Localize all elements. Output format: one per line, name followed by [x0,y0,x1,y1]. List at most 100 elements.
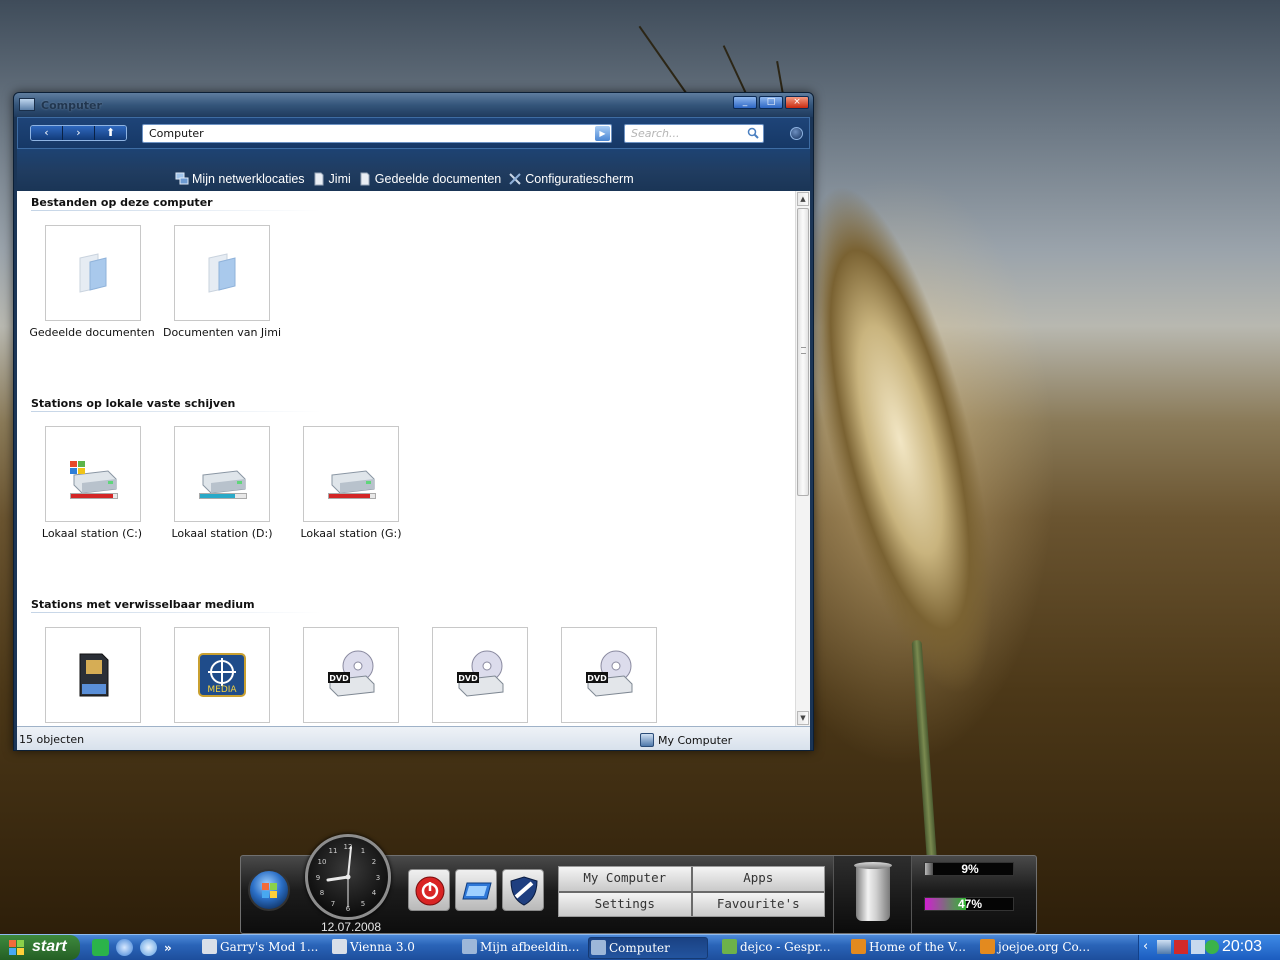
recycle-bin[interactable] [833,856,912,933]
clock-face-icon: 12 12 345 678 91011 [316,843,380,913]
svg-text:7: 7 [331,900,335,908]
tile-label[interactable]: Lokaal station (D:) [157,527,287,540]
analog-clock: 12 1 2 345 678 9 10 11 [305,834,391,920]
group-header: Stations op lokale vaste schijven [31,397,236,410]
windows-orb-button[interactable] [248,869,290,911]
removable-drive-tile[interactable]: DVD [303,627,399,723]
task-label: dejco - Gespr... [740,940,831,954]
antivirus-icon[interactable] [1174,940,1188,954]
taskbar-button[interactable]: Mijn afbeeldin... [460,937,584,959]
svg-text:10: 10 [318,858,327,866]
dvd-drive-icon: DVD [328,650,375,697]
title-bar[interactable]: Computer _ □ × [14,93,813,117]
vertical-scrollbar[interactable]: ▲ ▼ [795,191,810,726]
windows-flag-icon [262,883,277,898]
group-divider [31,411,321,412]
explorer-window: Computer _ □ × ‹ › ⬆ Computer ▶ Search..… [13,92,814,751]
window-title: Computer [41,99,102,112]
tile-label[interactable]: Gedeelde documenten [27,326,157,339]
close-button[interactable]: × [785,96,809,109]
computer-icon [19,98,35,111]
scroll-thumb[interactable] [797,208,809,496]
tray-clock: 20:03 [1222,938,1263,955]
help-icon[interactable] [790,127,803,140]
drive-tile[interactable] [303,426,399,522]
drive-usage-fill [71,494,114,498]
network-icon[interactable] [1157,940,1171,954]
taskbar: start » Garry's Mod 1... Vienna 3.0 Mijn… [0,934,1280,960]
tile-label[interactable]: Lokaal station (G:) [286,527,416,540]
taskbar-button[interactable]: dejco - Gespr... [720,937,844,959]
folder-icon [79,253,107,293]
command-bar: Mijn netwerklocaties Jimi Gedeelde docum… [17,149,810,191]
status-location: My Computer [640,733,732,747]
status-bar: 15 objecten My Computer [17,726,810,750]
globe-icon[interactable] [116,939,133,956]
group-divider [31,612,321,613]
my-computer-button[interactable]: My Computer [559,867,691,891]
show-desktop-button[interactable] [455,869,497,911]
address-text: Computer [149,127,204,140]
messenger-icon[interactable] [140,939,157,956]
power-button[interactable] [408,869,450,911]
go-arrow-icon[interactable]: ▶ [595,126,610,141]
minimize-button[interactable]: _ [733,96,757,109]
task-label: joejoe.org Co... [998,940,1091,954]
removable-drive-tile[interactable] [45,627,141,723]
task-label: Garry's Mod 1... [220,940,319,954]
taskbar-button-active[interactable]: Computer [588,937,708,959]
removable-drive-tile[interactable]: DVD [432,627,528,723]
address-bar[interactable]: Computer ▶ [142,124,612,143]
forward-button[interactable]: › [63,126,95,140]
up-button[interactable]: ⬆ [95,126,126,140]
taskbar-button[interactable]: Vienna 3.0 [330,937,454,959]
start-button[interactable]: start [0,935,80,960]
taskbar-button[interactable]: Home of the V... [849,937,973,959]
drive-usage-fill [329,494,371,498]
hamachi-icon[interactable] [92,939,109,956]
cpu-meter: 9% [924,862,1014,876]
dvd-badge: DVD [329,674,349,683]
search-icon[interactable] [747,127,759,139]
group-divider [31,210,321,211]
search-input[interactable]: Search... [624,124,764,143]
trash-can-icon [856,865,890,921]
ram-meter: 47% [924,897,1014,911]
back-button[interactable]: ‹ [31,126,63,140]
nav-buttons: ‹ › ⬆ [30,125,127,141]
drive-usage-fill [200,494,235,498]
tile-label[interactable]: Lokaal station (C:) [27,527,157,540]
favourites-button[interactable]: Favourite's [692,892,824,916]
removable-drive-tile[interactable]: DVD [561,627,657,723]
svg-text:8: 8 [320,889,324,897]
volume-icon[interactable] [1191,940,1205,954]
tray-expand-icon[interactable]: ‹ [1143,939,1148,954]
drive-tile[interactable] [174,426,270,522]
settings-button[interactable]: Settings [559,892,691,916]
messenger-status-icon[interactable] [1205,940,1219,954]
shortcut-network[interactable]: Mijn netwerklocaties [175,172,305,186]
search-placeholder: Search... [631,127,680,140]
navigation-bar: ‹ › ⬆ Computer ▶ Search... [17,117,810,149]
shortcut-control-panel[interactable]: Configuratiescherm [508,172,634,186]
quick-launch-more-icon[interactable]: » [164,941,172,955]
drive-tile[interactable] [45,426,141,522]
folder-tile[interactable] [45,225,141,321]
tile-label[interactable]: Documenten van Jimi [157,326,287,339]
media-badge: MEDIA [207,685,237,695]
scroll-down-arrow-icon[interactable]: ▼ [797,711,809,725]
scroll-up-arrow-icon[interactable]: ▲ [797,192,809,206]
svg-text:1: 1 [361,847,365,855]
my-computer-icon [640,733,654,747]
folder-tile[interactable] [174,225,270,321]
security-button[interactable] [502,869,544,911]
shortcut-jimi[interactable]: Jimi [312,172,351,186]
dvd-drive-icon: DVD [586,650,633,697]
apps-button[interactable]: Apps [692,867,824,891]
taskbar-button[interactable]: Garry's Mod 1... [200,937,324,959]
shortcut-shared-documents[interactable]: Gedeelde documenten [358,172,501,186]
taskbar-button[interactable]: joejoe.org Co... [978,937,1102,959]
removable-drive-tile[interactable]: MEDIA [174,627,270,723]
quick-launch: » [92,939,172,956]
maximize-button[interactable]: □ [759,96,783,109]
